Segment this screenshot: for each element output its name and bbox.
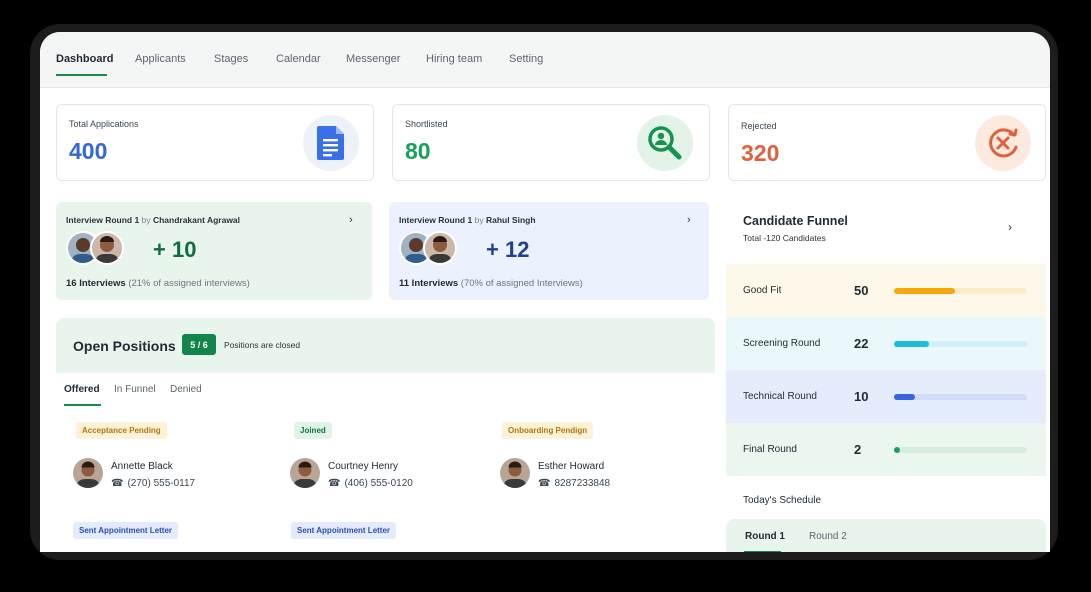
candidate-funnel-panel: Candidate Funnel Total -120 Candidates ›… xyxy=(726,202,1046,552)
tab-in-funnel[interactable]: In Funnel xyxy=(114,384,156,395)
funnel-value: 10 xyxy=(854,389,869,404)
funnel-label: Screening Round xyxy=(743,338,821,349)
chevron-right-icon[interactable]: › xyxy=(349,214,353,226)
interview-card-rahul[interactable]: Interview Round 1 by Rahul Singh › + 12 … xyxy=(389,202,709,300)
dashboard-screen: Dashboard Applicants Stages Calendar Mes… xyxy=(40,32,1050,552)
active-tab-indicator xyxy=(744,551,781,552)
tab-denied[interactable]: Denied xyxy=(170,384,202,395)
status-badge: Joined xyxy=(294,422,332,439)
active-nav-indicator xyxy=(56,74,107,76)
funnel-progress-track xyxy=(894,341,1027,347)
funnel-row-screening[interactable]: Screening Round 22 xyxy=(726,317,1046,370)
candidate-phone: ☎ (406) 555-0120 xyxy=(328,478,413,489)
funnel-subtitle: Total -120 Candidates xyxy=(743,233,826,243)
stat-label: Rejected xyxy=(741,121,777,131)
interview-footer: 16 Interviews (21% of assigned interview… xyxy=(66,278,250,289)
stat-label: Total Applications xyxy=(69,119,139,129)
funnel-progress-track xyxy=(894,394,1027,400)
funnel-title: Candidate Funnel xyxy=(743,214,848,228)
interview-count: + 12 xyxy=(486,237,530,262)
nav-dashboard[interactable]: Dashboard xyxy=(56,53,113,65)
interview-card-chandrakant[interactable]: Interview Round 1 by Chandrakant Agrawal… xyxy=(56,202,372,300)
avatar xyxy=(90,231,124,265)
reject-icon xyxy=(975,115,1031,171)
funnel-progress-track xyxy=(894,288,1027,294)
funnel-label: Technical Round xyxy=(743,391,817,402)
avatar xyxy=(290,458,320,488)
interview-card-header: Interview Round 1 by Chandrakant Agrawal xyxy=(66,215,241,225)
nav-messenger[interactable]: Messenger xyxy=(346,53,400,65)
funnel-label: Final Round xyxy=(743,444,797,455)
candidate-name[interactable]: Esther Howard xyxy=(538,461,604,472)
status-badge: Sent Appointment Letter xyxy=(291,522,397,539)
funnel-progress-fill xyxy=(894,394,916,400)
funnel-progress-track xyxy=(894,447,1027,453)
tab-offered[interactable]: Offered xyxy=(64,384,100,395)
tab-round-1[interactable]: Round 1 xyxy=(745,531,785,542)
stat-card-rejected[interactable]: Rejected 320 xyxy=(728,104,1046,181)
document-icon xyxy=(303,115,359,171)
funnel-progress-fill xyxy=(894,341,929,347)
stat-label: Shortlisted xyxy=(405,119,448,129)
status-badge: Onboarding Pendign xyxy=(502,422,594,439)
funnel-progress-fill xyxy=(894,447,900,453)
interview-footer: 11 Interviews (70% of assigned Interview… xyxy=(399,278,583,289)
active-tab-indicator xyxy=(64,404,101,406)
open-positions-header: Open Positions 5 / 6 Positions are close… xyxy=(56,318,715,373)
funnel-row-final[interactable]: Final Round 2 xyxy=(726,423,1046,476)
interview-count: + 10 xyxy=(153,237,197,262)
nav-calendar[interactable]: Calendar xyxy=(276,53,321,65)
phone-icon: ☎ xyxy=(538,478,551,489)
candidate-phone: ☎ (270) 555-0117 xyxy=(111,478,196,489)
avatar xyxy=(73,458,103,488)
todays-schedule-title: Today's Schedule xyxy=(743,495,822,506)
funnel-progress-fill xyxy=(894,288,956,294)
avatar xyxy=(500,458,530,488)
nav-setting[interactable]: Setting xyxy=(509,53,543,65)
status-badge: Acceptance Pending xyxy=(76,422,167,439)
avatar xyxy=(423,231,457,265)
funnel-value: 50 xyxy=(854,283,869,298)
interview-card-header: Interview Round 1 by Rahul Singh xyxy=(399,215,536,225)
schedule-tabs: Round 1 Round 2 xyxy=(726,519,1046,552)
open-positions-panel: Open Positions 5 / 6 Positions are close… xyxy=(56,318,715,552)
candidate-search-icon xyxy=(637,115,693,171)
stat-value: 80 xyxy=(405,138,431,164)
open-positions-title: Open Positions xyxy=(73,338,176,354)
funnel-value: 2 xyxy=(854,442,862,457)
stat-value: 400 xyxy=(69,138,108,164)
funnel-value: 22 xyxy=(854,336,869,351)
status-badge: Sent Appointment Letter xyxy=(73,522,179,539)
tab-round-2[interactable]: Round 2 xyxy=(809,531,847,542)
candidate-phone: ☎ 8287233848 xyxy=(538,478,611,489)
phone-icon: ☎ xyxy=(328,478,341,489)
nav-stages[interactable]: Stages xyxy=(214,53,248,65)
phone-icon: ☎ xyxy=(111,478,124,489)
funnel-label: Good Fit xyxy=(743,285,782,296)
candidate-name[interactable]: Courtney Henry xyxy=(328,461,398,472)
stat-card-total-applications[interactable]: Total Applications 400 xyxy=(56,104,374,181)
top-navigation: Dashboard Applicants Stages Calendar Mes… xyxy=(40,32,1050,88)
candidate-name[interactable]: Annette Black xyxy=(111,461,173,472)
stat-card-shortlisted[interactable]: Shortlisted 80 xyxy=(392,104,710,181)
chevron-right-icon[interactable]: › xyxy=(687,214,691,226)
positions-note: Positions are closed xyxy=(224,340,301,350)
nav-applicants[interactable]: Applicants xyxy=(135,53,186,65)
positions-badge: 5 / 6 xyxy=(182,334,216,355)
stat-value: 320 xyxy=(741,140,780,166)
funnel-row-good-fit[interactable]: Good Fit 50 xyxy=(726,264,1046,317)
chevron-right-icon[interactable]: › xyxy=(1008,220,1012,234)
funnel-row-technical[interactable]: Technical Round 10 xyxy=(726,370,1046,423)
nav-hiring-team[interactable]: Hiring team xyxy=(426,53,482,65)
